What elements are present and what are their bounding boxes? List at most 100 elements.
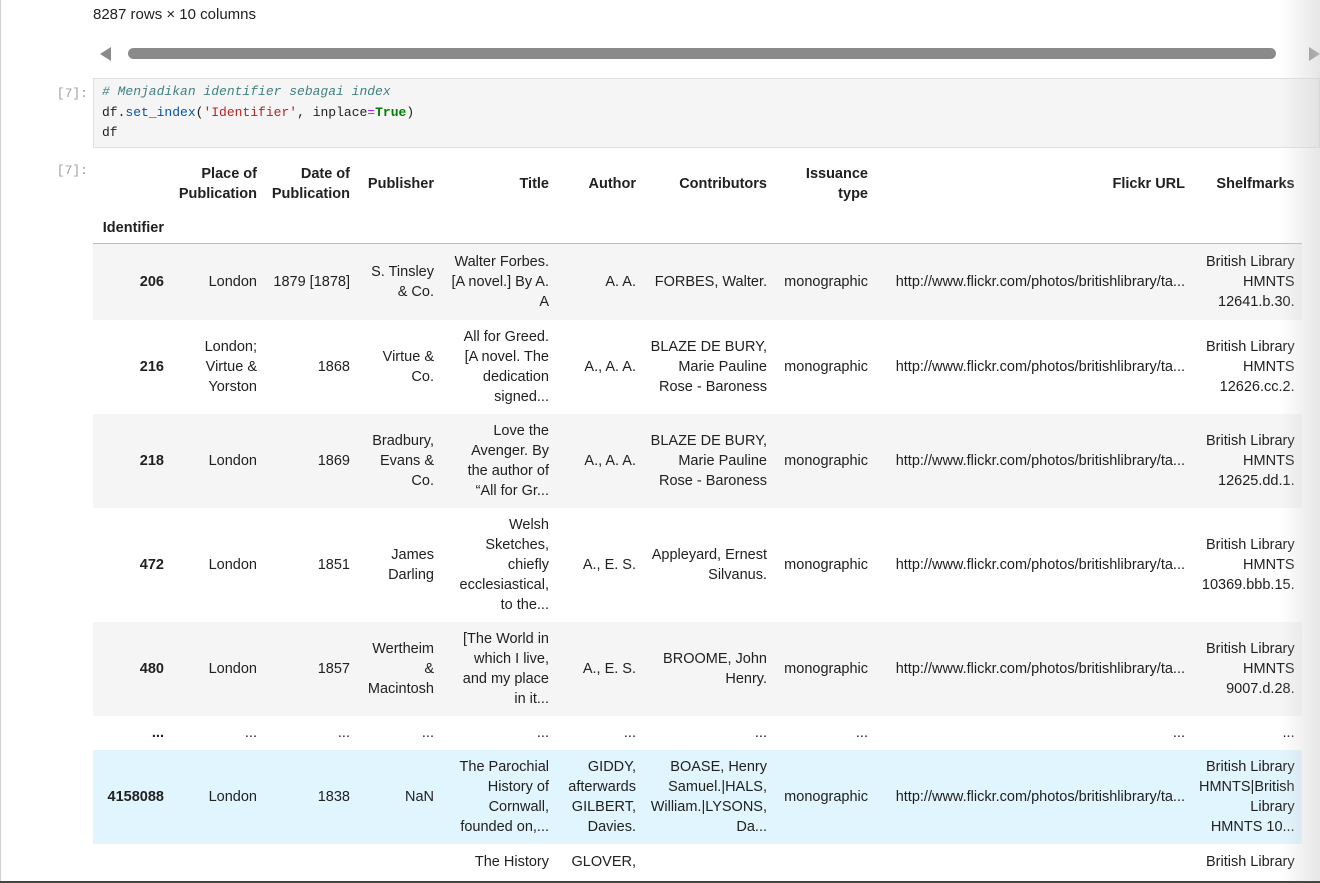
table-row: 218 London 1869 Bradbury, Evans & Co. Love the… [93,414,1302,508]
table-cell [171,844,264,878]
table-cell: monographic [784,274,868,290]
table-row: The History GLOVER, British Library [93,844,1302,878]
table-row: 206 London 1879 [1878] S. Tinsley & Co. Walte… [93,243,1302,320]
column-header: Flickr URL [1112,176,1185,192]
code-line-comment: # Menjadikan identifier sebagai index [102,84,391,99]
table-cell: The History [474,854,549,870]
table-cell [264,844,357,878]
table-cell [774,844,875,878]
code-paren-close: ) [406,105,415,120]
table-cell: ... [536,725,549,741]
code-keyword-true: True [375,105,407,120]
row-index: 480 [139,661,164,677]
table-cell: British Library HMNTS 12626.cc.2. [1205,339,1295,395]
table-cell: 1838 [317,789,350,805]
dataframe-table: Place of Publication Date of Publication P… [93,155,1302,878]
table-cell: FORBES, Walter. [654,274,767,290]
table-cell: Love the Avenger. By the author of “All for… [467,423,549,499]
table-row: 472 London 1851 James Darling Welsh Sketches, c… [93,508,1302,622]
column-header-row: Place of Publication Date of Publication P… [93,155,1302,213]
table-cell: http://www.flickr.com/photos/britishlibr… [895,453,1185,469]
index-header-blank [93,155,171,213]
column-header: Place of Publication [178,166,257,202]
scroll-right-arrow-icon[interactable] [1309,47,1320,61]
row-index: 206 [139,274,164,290]
table-cell: BLAZE DE BURY, Marie Pauline Rose - Barone… [650,433,767,489]
column-header: Author [588,176,636,192]
table-cell: London; Virtue & Yorston [204,339,257,395]
input-prompt: [7]: [56,86,88,101]
code-line-set-index: df.set_index('Identifier', inplace=True) [102,105,414,120]
table-cell: A. A. [605,274,636,290]
index-name-row: Identifier [93,213,1302,244]
table-cell: James Darling [388,547,434,583]
horizontal-scrollbar[interactable] [100,44,1320,64]
table-cell: ... [421,725,434,741]
table-cell: S. Tinsley & Co. [371,264,434,300]
table-cell: monographic [784,557,868,573]
table-row: 216 London; Virtue & Yorston 1868 Virtue & Co.… [93,320,1302,414]
table-cell: monographic [784,359,868,375]
table-cell: Bradbury, Evans & Co. [372,433,434,489]
table-cell: A., E. S. [582,557,636,573]
table-cell: London [208,453,257,469]
table-cell: British Library HMNTS 9007.d.28. [1205,641,1295,697]
code-line-df: df [102,125,118,140]
row-index: 216 [139,359,164,375]
scroll-left-arrow-icon[interactable] [100,47,111,61]
table-cell: British Library HMNTS 12625.dd.1. [1205,433,1295,489]
column-header: Shelfmarks [1216,176,1295,192]
table-cell: 1851 [317,557,350,573]
code-comma: , [297,105,313,120]
table-cell: Appleyard, Ernest Silvanus. [651,547,767,583]
table-cell: monographic [784,789,868,805]
code-equals: = [367,105,376,120]
table-cell: ... [754,725,767,741]
table-cell: A., E. S. [582,661,636,677]
table-cell: A., A. A. [584,453,636,469]
output-prompt: [7]: [56,163,88,178]
table-cell: 1879 [1878] [273,274,350,290]
row-index: 4158088 [107,789,164,805]
table-cell: GLOVER, [571,854,636,870]
table-cell: monographic [784,661,868,677]
table-cell: ... [1172,725,1185,741]
code-comment: # Menjadikan identifier sebagai index [102,84,391,99]
column-header: Date of Publication [271,166,350,202]
index-name-header: Identifier [102,220,164,236]
table-cell: British Library HMNTS 10369.bbb.15. [1201,537,1295,593]
table-cell: http://www.flickr.com/photos/britishlibr… [895,557,1185,573]
table-cell: http://www.flickr.com/photos/britishlibr… [895,789,1185,805]
column-header: Publisher [367,176,434,192]
column-header: Title [519,176,549,192]
table-row: 4158088 London 1838 NaN The Parochial History… [93,750,1302,844]
table-cell: GIDDY, afterwards GILBERT, Davies. [568,759,636,835]
table-cell: The Parochial History of Cornwall, founded … [459,759,549,835]
table-cell: British Library HMNTS 12641.b.30. [1205,254,1295,310]
row-index: ... [151,725,164,741]
table-cell: monographic [784,453,868,469]
code-cell-editor[interactable]: # Menjadikan identifier sebagai index df… [93,78,1320,148]
code-string-arg: 'Identifier' [203,105,298,120]
table-cell: London [208,789,257,805]
table-cell: BLAZE DE BURY, Marie Pauline Rose - Barone… [650,339,767,395]
table-cell: ... [855,725,868,741]
table-cell: ... [337,725,350,741]
table-cell: 1868 [317,359,350,375]
table-cell: http://www.flickr.com/photos/britishlibr… [895,274,1185,290]
code-method: set_index [125,105,196,120]
table-cell [875,844,1192,878]
table-cell: Welsh Sketches, chiefly ecclesiastical, to t… [459,517,549,613]
table-cell: BOASE, Henry Samuel.|HALS, William.|LYSONS… [650,759,767,835]
table-cell: ... [244,725,257,741]
table-cell: BROOME, John Henry. [663,651,767,687]
table-cell: Wertheim & Macintosh [367,641,434,697]
table-cell: British Library [1205,854,1295,870]
table-cell: London [208,274,257,290]
code-variable-df: df [102,125,118,140]
row-index: 218 [139,453,164,469]
scrollbar-thumb[interactable] [128,48,1276,59]
table-body: 206 London 1879 [1878] S. Tinsley & Co. Walte… [93,243,1302,878]
column-header: Issuance type [805,166,868,202]
table-cell: London [208,557,257,573]
